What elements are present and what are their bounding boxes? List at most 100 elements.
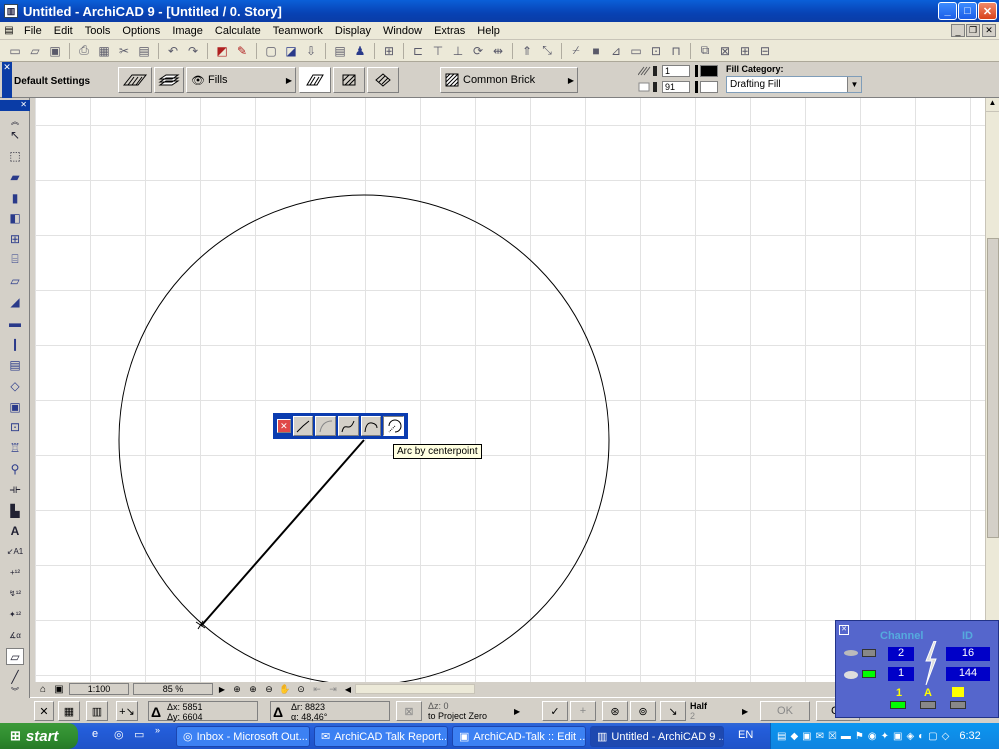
marquee-tool-icon[interactable]: ⬚ (6, 147, 24, 164)
menu-image[interactable]: Image (166, 25, 209, 37)
menu-calculate[interactable]: Calculate (209, 25, 267, 37)
mirror-icon[interactable]: ⇹ (489, 42, 507, 60)
radial-dimension-tool-icon[interactable]: ↯¹² (6, 585, 24, 602)
elevation-dimension-tool-icon[interactable]: ✦¹² (6, 606, 24, 623)
arrow-tool-icon[interactable]: ↖ (6, 126, 24, 143)
object-tool-icon[interactable]: ♖ (6, 439, 24, 456)
delta-r-value[interactable]: Δr: 8823 (291, 702, 325, 712)
scroll-thumb[interactable] (987, 238, 999, 538)
teamwork-icon[interactable]: ⊞ (736, 42, 754, 60)
floor-icon[interactable]: ⌂ (35, 684, 51, 695)
3d-window-icon[interactable]: ◩ (213, 42, 231, 60)
ok-button[interactable]: OK (760, 701, 810, 721)
menu-window[interactable]: Window (377, 25, 428, 37)
pan-hand-icon[interactable]: ✋ (277, 684, 293, 695)
slab-tool-icon[interactable]: ▱ (6, 272, 24, 289)
grid-snap-icon[interactable]: ▦ (58, 701, 80, 721)
shell-tool-icon[interactable]: ◇ (6, 377, 24, 394)
language-indicator[interactable]: EN (738, 729, 753, 741)
pen-color-swatch[interactable] (695, 65, 721, 77)
distribute-icon[interactable]: ⊤ (429, 42, 447, 60)
align-icon[interactable]: ⊏ (409, 42, 427, 60)
magic-wand-icon[interactable]: ◪ (282, 42, 300, 60)
floor-plan-canvas[interactable] (35, 98, 985, 682)
construction-grid-icon[interactable]: ▥ (86, 701, 108, 721)
close-control-icon[interactable]: ✕ (34, 701, 54, 721)
paste-icon[interactable]: ▤ (135, 42, 153, 60)
palette-close-icon[interactable]: ✕ (277, 419, 291, 433)
id-1-value[interactable]: 16 (946, 647, 990, 661)
archicad-app-icon[interactable]: ▥ (4, 4, 18, 18)
fillet-icon[interactable]: ⊓ (667, 42, 685, 60)
resize-icon[interactable]: ⤡ (538, 42, 556, 60)
spline-button[interactable] (338, 416, 359, 436)
text-tool-icon[interactable]: A (6, 522, 24, 539)
single-line-button[interactable] (292, 416, 314, 436)
column-round-tool-icon[interactable]: ❙ (6, 335, 24, 352)
task-outlook-inbox[interactable]: ◎ Inbox - Microsoft Out... (176, 726, 310, 747)
delta-z-value[interactable]: Δz: 0 (428, 701, 449, 711)
next-zoom-icon[interactable]: ⇥ (325, 684, 341, 695)
channel-1-value[interactable]: 2 (888, 647, 914, 661)
print-icon[interactable]: ⎙ (75, 42, 93, 60)
gravity-icon[interactable]: ⇩ (302, 42, 320, 60)
scroll-up-arrow-icon[interactable]: ▲ (986, 98, 999, 112)
arrow-right-icon[interactable]: ▶ (514, 707, 520, 716)
delta-y-value[interactable]: Δy: 6604 (167, 712, 203, 722)
elevation-icon[interactable]: ⊠ (396, 701, 422, 721)
zoom-out-icon[interactable]: ⊖ (261, 684, 277, 695)
menu-edit[interactable]: Edit (48, 25, 79, 37)
document-icon[interactable]: ▤ (0, 25, 18, 36)
intersect-icon[interactable]: ⊿ (607, 42, 625, 60)
open-folder-icon[interactable]: ▱ (26, 42, 44, 60)
display-order-icon[interactable]: ▤ (331, 42, 349, 60)
tangent-arc-button[interactable] (360, 416, 382, 436)
vertical-scrollbar[interactable]: ▲ (985, 98, 999, 682)
angle-dimension-tool-icon[interactable]: ∡α (6, 627, 24, 644)
fill-category-select[interactable]: Drafting Fill ▼ (726, 76, 862, 93)
id-2-value[interactable]: 144 (946, 667, 990, 681)
parallel-snap-icon[interactable]: + (570, 701, 596, 721)
zone-tool-icon[interactable]: ⊡ (6, 418, 24, 435)
close-button[interactable]: ✕ (978, 2, 997, 20)
redo-icon[interactable]: ↷ (184, 42, 202, 60)
scroll-left-arrow-icon[interactable]: ◀ (341, 685, 355, 694)
plot-icon[interactable]: ▦ (95, 42, 113, 60)
arrow-right-icon[interactable]: ▶ (215, 685, 229, 694)
half-value[interactable]: 2 (690, 711, 695, 721)
menu-help[interactable]: Help (471, 25, 506, 37)
door-tool-icon[interactable]: ◧ (6, 209, 24, 226)
menu-file[interactable]: File (18, 25, 48, 37)
chevron-down-icon[interactable]: ▼ (847, 77, 861, 92)
angle-value[interactable]: α: 48,46° (291, 712, 327, 722)
scroll-down-icon[interactable]: ︾ (6, 683, 24, 700)
horizontal-scrollbar[interactable] (355, 684, 475, 694)
mdi-minimize-button[interactable]: _ (951, 24, 965, 37)
fill-pen-field[interactable]: 1 (662, 65, 690, 77)
arrow-right-icon[interactable]: ▶ (742, 707, 748, 716)
task-archicad-talk-report[interactable]: ✉ ArchiCAD Talk Report... (314, 726, 448, 747)
start-button[interactable]: ⊞ start (0, 723, 78, 749)
desktop-icon[interactable]: ▭ (134, 728, 148, 742)
background-pen-field[interactable]: 91 (662, 81, 690, 93)
geometry-method-polygon-button[interactable] (299, 67, 331, 93)
tray-icons[interactable]: ▤◆▣✉☒▬⚑◉✦▣◈◐▢◇ (777, 731, 953, 742)
wall-tool-icon[interactable]: ▰ (6, 168, 24, 185)
zoom-field[interactable]: 85 % (133, 683, 213, 695)
window-tool-icon[interactable]: ⊞ (6, 230, 24, 247)
stair-tool-icon[interactable]: ⌸ (6, 251, 24, 268)
fill-pattern-dropdown[interactable]: Common Brick ▶ (440, 67, 578, 93)
fit-window-icon[interactable]: ⊙ (293, 684, 309, 695)
send-receive-icon[interactable]: ⊟ (756, 42, 774, 60)
cut-icon[interactable]: ✂ (115, 42, 133, 60)
column-tool-icon[interactable]: ▮ (6, 189, 24, 206)
menu-teamwork[interactable]: Teamwork (267, 25, 329, 37)
fill-tool-settings-button[interactable] (118, 67, 152, 93)
solid-ops-icon[interactable]: ⧉ (696, 42, 714, 60)
quick-launch-more-icon[interactable]: » (155, 725, 160, 735)
outlook-icon[interactable]: ◎ (114, 728, 128, 742)
arc-by-centerpoint-button[interactable] (383, 416, 404, 436)
rotate-icon[interactable]: ⟳ (469, 42, 487, 60)
half-snap-icon[interactable]: ↘ (660, 701, 686, 721)
menu-extras[interactable]: Extras (428, 25, 471, 37)
